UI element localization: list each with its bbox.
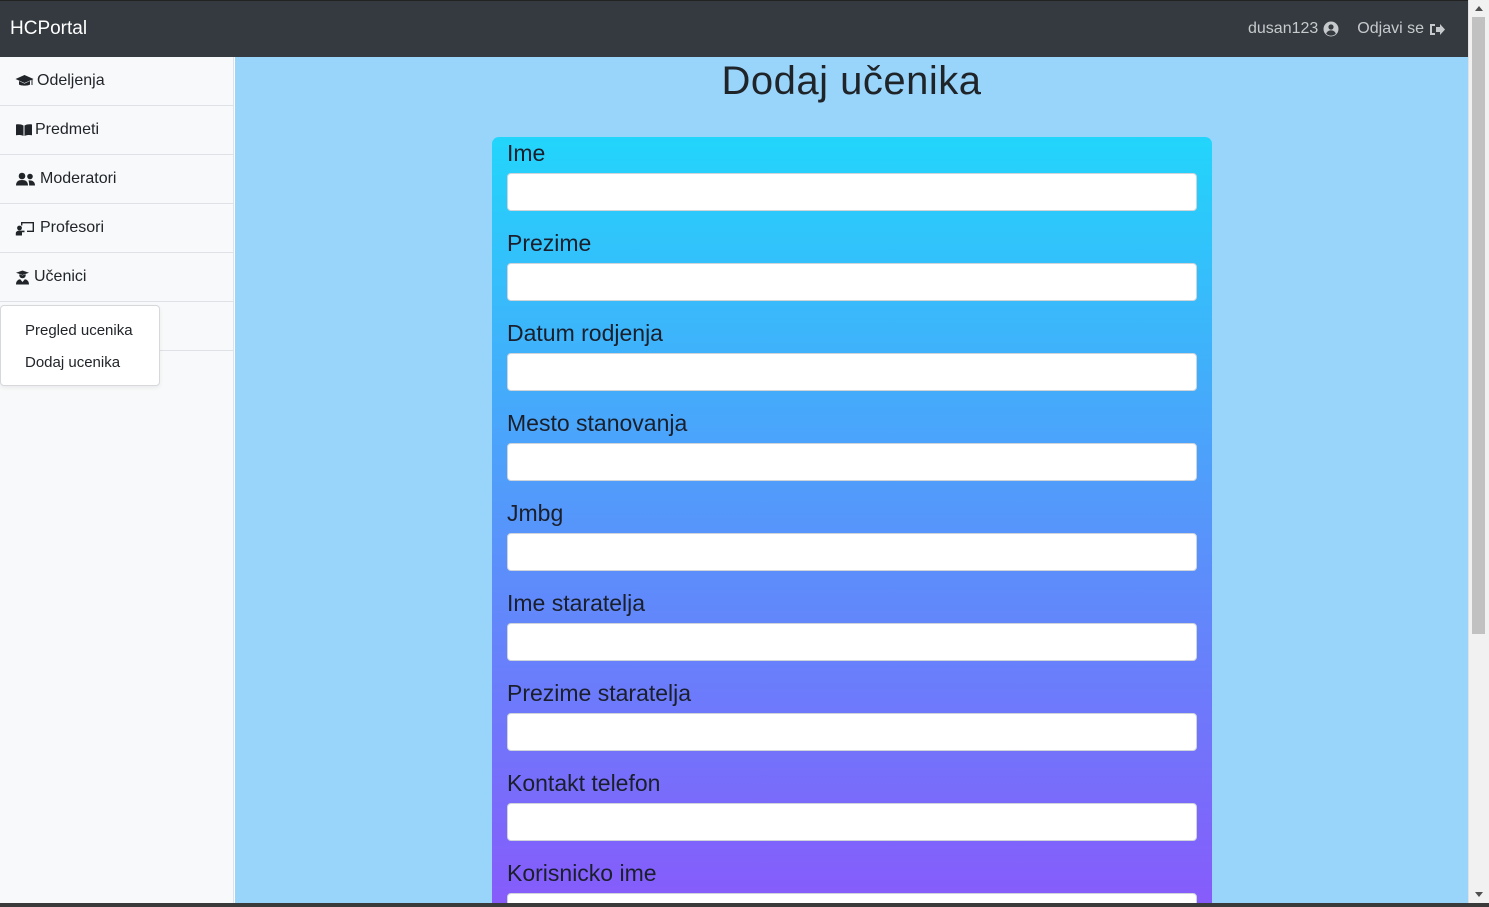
- mesto-stanovanja-input[interactable]: [507, 443, 1197, 481]
- username-label: dusan123: [1248, 20, 1319, 37]
- users-icon: [15, 172, 40, 186]
- sidebar-item-label: Moderatori: [40, 170, 117, 187]
- field-datum-rodjenja: Datum rodjenja: [507, 317, 1197, 391]
- dropdown-item-dodaj-ucenika[interactable]: Dodaj ucenika: [25, 354, 120, 371]
- student-form: Ime Prezime Datum rodjenja Mesto stanova…: [492, 137, 1212, 903]
- page-title: Dodaj učenika: [721, 59, 982, 103]
- sidebar-item-predmeti[interactable]: Predmeti: [0, 106, 233, 155]
- field-label: Kontakt telefon: [507, 770, 661, 796]
- field-ime-staratelja: Ime staratelja: [507, 587, 1197, 661]
- field-label: Datum rodjenja: [507, 320, 663, 346]
- sidebar-item-label: Učenici: [34, 268, 87, 285]
- field-label: Ime: [507, 140, 546, 166]
- vertical-scrollbar[interactable]: [1468, 0, 1489, 903]
- korisnicko-ime-input[interactable]: [507, 893, 1197, 903]
- sidebar-item-odeljenja[interactable]: Odeljenja: [0, 57, 233, 106]
- field-kontakt-telefon: Kontakt telefon: [507, 767, 1197, 841]
- ime-staratelja-input[interactable]: [507, 623, 1197, 661]
- kontakt-telefon-input[interactable]: [507, 803, 1197, 841]
- field-label: Korisnicko ime: [507, 860, 657, 886]
- sidebar: Odeljenja Predmeti Moderatori Profesori …: [0, 57, 234, 903]
- sidebar-item-profesori[interactable]: Profesori: [0, 204, 233, 253]
- graduation-cap-icon: [15, 74, 37, 88]
- sidebar-item-ucenici[interactable]: Učenici: [0, 253, 233, 302]
- book-open-icon: [15, 123, 35, 137]
- dropdown-item-pregled-ucenika[interactable]: Pregled ucenika: [25, 322, 133, 339]
- field-label: Prezime staratelja: [507, 680, 692, 706]
- prezime-input[interactable]: [507, 263, 1197, 301]
- top-navbar: HCPortal dusan123 Odjavi se: [0, 0, 1468, 57]
- field-label: Mesto stanovanja: [507, 410, 688, 436]
- field-prezime-staratelja: Prezime staratelja: [507, 677, 1197, 751]
- scroll-up-icon[interactable]: [1475, 6, 1483, 11]
- ime-input[interactable]: [507, 173, 1197, 211]
- scroll-thumb[interactable]: [1472, 17, 1485, 634]
- field-ime: Ime: [507, 137, 1197, 211]
- brand-logo[interactable]: HCPortal: [10, 18, 87, 40]
- jmbg-input[interactable]: [507, 533, 1197, 571]
- app-window: HCPortal dusan123 Odjavi se Odeljenja Pr…: [0, 0, 1489, 907]
- field-jmbg: Jmbg: [507, 497, 1197, 571]
- sidebar-item-label: Profesori: [40, 219, 105, 236]
- user-graduate-icon: [15, 270, 34, 285]
- field-label: Prezime: [507, 230, 592, 256]
- navbar-right: dusan123 Odjavi se: [1248, 20, 1446, 38]
- field-label: Jmbg: [507, 500, 564, 526]
- field-label: Ime staratelja: [507, 590, 646, 616]
- scroll-down-icon[interactable]: [1475, 892, 1483, 897]
- sidebar-item-label: Predmeti: [35, 121, 100, 138]
- field-korisnicko-ime: Korisnicko ime: [507, 857, 1197, 903]
- prezime-staratelja-input[interactable]: [507, 713, 1197, 751]
- window-bottom-edge: [0, 903, 1489, 907]
- chalkboard-teacher-icon: [15, 221, 40, 236]
- logout-button[interactable]: Odjavi se: [1357, 20, 1446, 38]
- logout-label: Odjavi se: [1357, 20, 1424, 37]
- sidebar-item-label: Odeljenja: [37, 72, 105, 89]
- sidebar-item-moderatori[interactable]: Moderatori: [0, 155, 233, 204]
- field-mesto-stanovanja: Mesto stanovanja: [507, 407, 1197, 481]
- datum-rodjenja-input[interactable]: [507, 353, 1197, 391]
- user-circle-icon: [1323, 21, 1339, 37]
- user-menu[interactable]: dusan123: [1248, 20, 1339, 38]
- field-prezime: Prezime: [507, 227, 1197, 301]
- ucenici-dropdown: Pregled ucenika Dodaj ucenika: [0, 305, 160, 386]
- sign-out-icon: [1429, 22, 1446, 37]
- main-content: Dodaj učenika Ime Prezime Datum rodjenja…: [235, 57, 1468, 903]
